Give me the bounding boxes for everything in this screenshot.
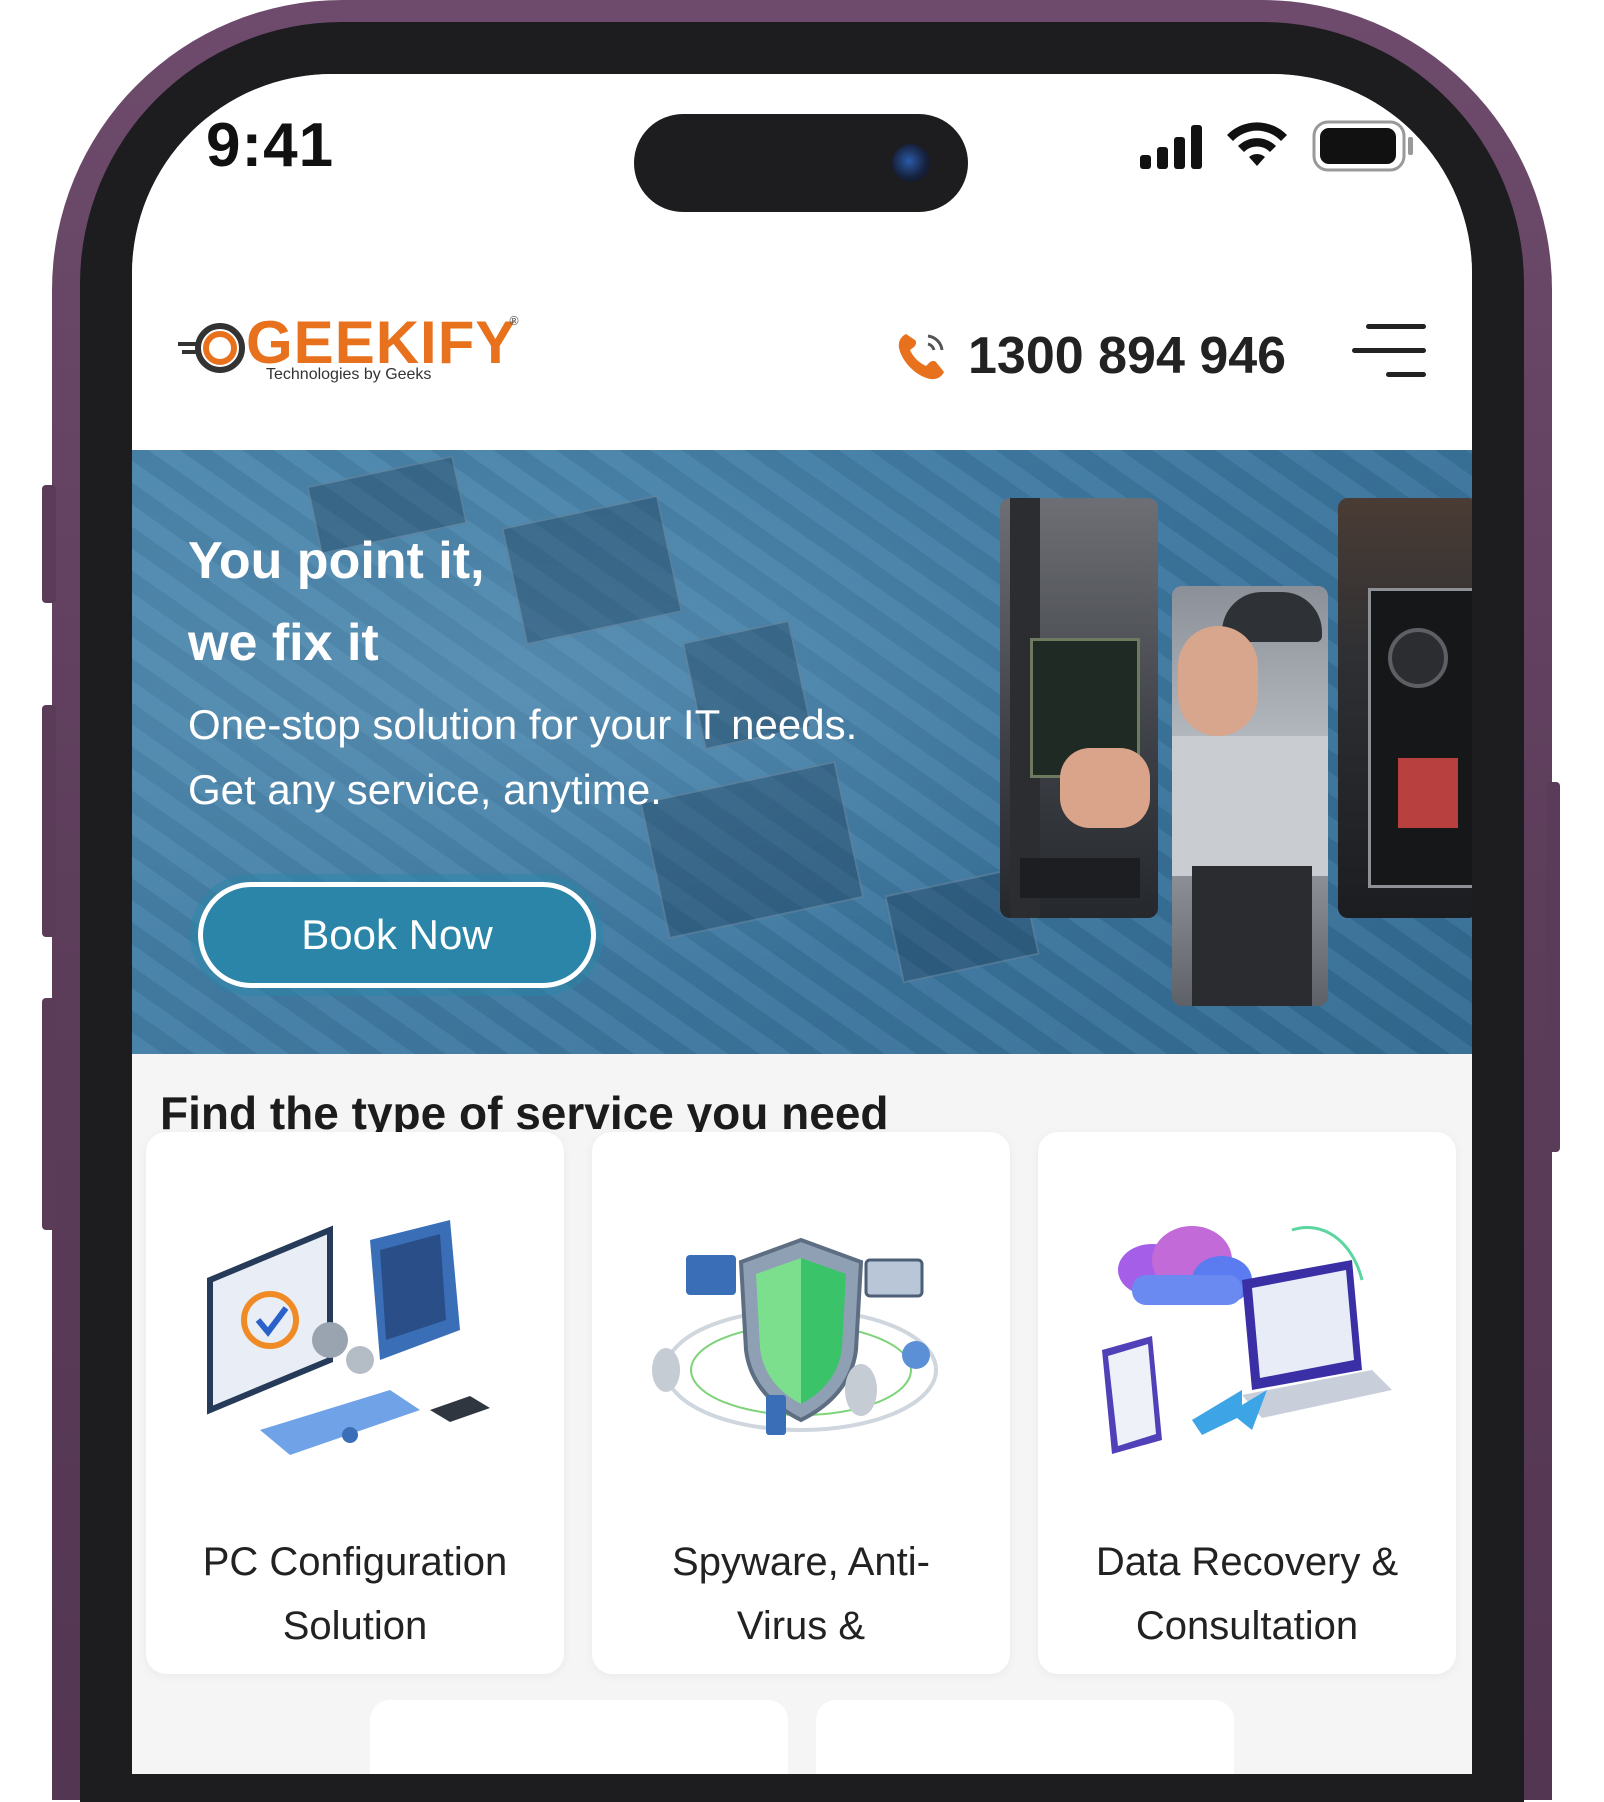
status-bar: 9:41 <box>132 74 1472 224</box>
hero-banner: You point it, we fix it One-stop solutio… <box>132 450 1472 1054</box>
device-side-button <box>42 998 56 1230</box>
book-now-button[interactable]: Book Now <box>198 882 596 988</box>
cellular-signal-icon <box>1140 123 1202 169</box>
hero-subtitle-line1: One-stop solution for your IT needs. <box>188 701 858 748</box>
pc-configuration-illustration <box>207 1220 490 1455</box>
logo-plug-icon <box>178 323 245 373</box>
battery-icon <box>1312 120 1413 172</box>
security-shield-illustration <box>652 1237 938 1435</box>
device-side-button <box>1546 782 1560 1152</box>
screen: 9:41 GEEKIFY Technologies by Geeks ® 130… <box>132 74 1472 1774</box>
hero-title-line2: we fix it <box>188 614 379 672</box>
phone-number: 1300 894 946 <box>968 327 1287 385</box>
camera-icon <box>892 144 930 182</box>
service-card-anti-virus[interactable]: Spyware, Anti- Virus & <box>592 1132 1010 1674</box>
hero-title: You point it, we fix it <box>188 520 485 684</box>
hero-subtitle: One-stop solution for your IT needs. Get… <box>188 692 857 822</box>
service-card-partial[interactable] <box>816 1700 1234 1774</box>
geekify-logo[interactable]: GEEKIFY Technologies by Geeks ® <box>178 309 520 388</box>
logo-tagline: Technologies by Geeks <box>266 366 432 383</box>
technician-photo-pc <box>1338 498 1472 918</box>
service-card-label-line2: Solution <box>282 1604 428 1648</box>
service-card-label: Data Recovery & Consultation <box>1038 1530 1456 1658</box>
service-card-label: Spyware, Anti- Virus & <box>592 1530 1010 1658</box>
technician-photo-hardware <box>1000 498 1158 918</box>
service-card-pc-configuration[interactable]: PC Configuration Solution <box>146 1132 564 1674</box>
service-card-label-line1: PC Configuration <box>202 1540 508 1584</box>
service-card-label-line1: Spyware, Anti- <box>672 1540 930 1584</box>
service-card-data-recovery[interactable]: Data Recovery & Consultation <box>1038 1132 1456 1674</box>
status-time: 9:41 <box>206 111 335 180</box>
logo-registered-mark: ® <box>508 314 520 328</box>
circuit-decoration <box>501 494 683 646</box>
service-card-label: PC Configuration Solution <box>146 1530 564 1658</box>
service-card-label-line1: Data Recovery & <box>1095 1540 1399 1584</box>
dynamic-island <box>634 114 968 212</box>
site-header: GEEKIFY Technologies by Geeks ® 1300 894… <box>132 224 1472 450</box>
service-card-partial[interactable] <box>370 1700 788 1774</box>
device-side-button <box>42 485 56 603</box>
hero-title-line1: You point it, <box>188 532 485 590</box>
cloud-data-recovery-illustration <box>1102 1225 1392 1454</box>
hamburger-menu-icon[interactable] <box>1352 324 1426 382</box>
service-card-label-line2: Consultation <box>1135 1604 1359 1648</box>
phone-contact-link[interactable]: 1300 894 946 <box>894 326 1286 386</box>
hero-subtitle-line2: Get any service, anytime. <box>188 766 662 813</box>
service-card-label-line2: Virus & <box>736 1604 866 1648</box>
wifi-icon <box>1227 122 1287 166</box>
status-icons <box>1140 120 1416 172</box>
phone-icon <box>898 334 944 380</box>
device-side-button <box>42 705 56 937</box>
technician-photo-repair <box>1172 586 1328 1006</box>
